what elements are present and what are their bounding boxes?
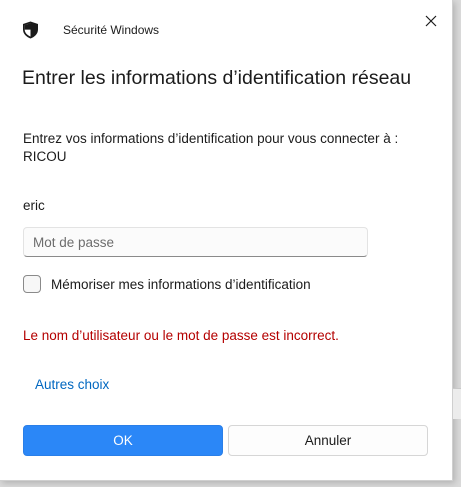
- shield-icon: [22, 21, 39, 39]
- app-title: Sécurité Windows: [63, 23, 160, 37]
- background-window-edge: [453, 388, 461, 419]
- remember-credentials-label: Mémoriser mes informations d’identificat…: [51, 276, 311, 292]
- screen: Sécurité Windows Entrer les informations…: [0, 0, 461, 487]
- username-label: eric: [23, 198, 45, 213]
- dialog-subtitle: Entrez vos informations d’identification…: [23, 131, 399, 164]
- cancel-button[interactable]: Annuler: [228, 425, 428, 456]
- title-bar: Sécurité Windows: [0, 0, 452, 58]
- close-icon: [425, 14, 437, 32]
- ok-button[interactable]: OK: [23, 425, 223, 456]
- more-choices-link[interactable]: Autres choix: [35, 377, 109, 392]
- checkbox-box[interactable]: [23, 275, 41, 293]
- password-input[interactable]: [23, 227, 368, 257]
- error-message: Le nom d’utilisateur ou le mot de passe …: [23, 328, 339, 343]
- credential-dialog: Sécurité Windows Entrer les informations…: [0, 0, 453, 481]
- remember-credentials-checkbox[interactable]: Mémoriser mes informations d’identificat…: [23, 275, 311, 293]
- close-button[interactable]: [418, 10, 444, 36]
- dialog-heading: Entrer les informations d’identification…: [22, 67, 412, 89]
